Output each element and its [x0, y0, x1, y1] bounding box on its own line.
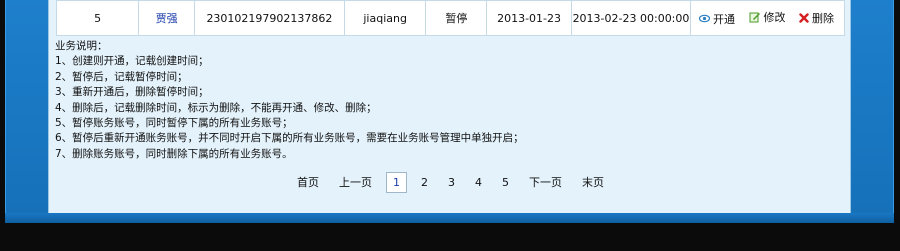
first-page-link[interactable]: 首页 — [297, 174, 319, 190]
edit-button[interactable]: 修改 — [749, 9, 786, 25]
cell-account: jiaqiang — [343, 0, 427, 36]
notes-line: 3、重新开通后，删除暂停时间； — [55, 86, 209, 99]
table-row: 5 贾强 230102197902137862 jiaqiang 暂停 2013… — [55, 0, 845, 36]
prev-page-link[interactable]: 上一页 — [339, 174, 372, 190]
last-page-link[interactable]: 末页 — [582, 174, 604, 190]
cell-status: 暂停 — [425, 0, 488, 36]
open-label: 开通 — [713, 12, 735, 26]
notes-line: 5、暂停账务账号，同时暂停下属的所有业务账号； — [55, 117, 293, 130]
notes-title: 业务说明： — [55, 40, 108, 52]
edit-icon — [749, 12, 760, 23]
notes-line: 7、删除账务账号，同时删除下属的所有业务账号。 — [55, 147, 293, 160]
eye-icon — [699, 14, 710, 23]
cell-name: 贾强 — [138, 0, 196, 36]
open-button[interactable]: 开通 — [699, 11, 735, 27]
next-page-link[interactable]: 下一页 — [529, 174, 562, 190]
content-panel: 5 贾强 230102197902137862 jiaqiang 暂停 2013… — [48, 0, 851, 213]
page-link-current[interactable]: 1 — [386, 171, 407, 193]
cell-id-number: 230102197902137862 — [194, 0, 345, 36]
cell-index: 5 — [55, 0, 140, 36]
delete-label: 删除 — [812, 12, 834, 26]
pagination: 首页 上一页 1 2 3 4 5 下一页 末页 — [49, 170, 852, 194]
page-link[interactable]: 3 — [448, 176, 455, 189]
frame-bottom-bar — [5, 213, 894, 223]
notes-line: 6、暂停后重新开通账务账号，并不同时开启下属的所有业务账号，需要在业务账号管理中… — [55, 132, 524, 145]
page-link[interactable]: 5 — [502, 176, 509, 189]
page-link[interactable]: 4 — [475, 176, 482, 189]
notes-line: 2、暂停后，记载暂停时间； — [55, 70, 188, 83]
cell-paused-time: 2013-02-23 00:00:00 — [570, 0, 692, 36]
delete-button[interactable]: 删除 — [799, 10, 834, 26]
cell-actions: 开通 修改 删除 — [690, 0, 845, 36]
delete-icon — [799, 13, 809, 23]
notes-line: 1、创建则开通，记载创建时间； — [55, 55, 209, 68]
cell-created-date: 2013-01-23 — [486, 0, 572, 36]
page-link[interactable]: 2 — [421, 176, 428, 189]
edit-label: 修改 — [763, 11, 786, 25]
notes-line: 4、删除后，记载删除时间，标示为删除，不能再开通、修改、删除； — [55, 101, 377, 114]
name-link[interactable]: 贾强 — [156, 12, 178, 25]
business-notes: 业务说明： 1、创建则开通，记载创建时间； 2、暂停后，记载暂停时间； 3、重新… — [55, 39, 524, 162]
